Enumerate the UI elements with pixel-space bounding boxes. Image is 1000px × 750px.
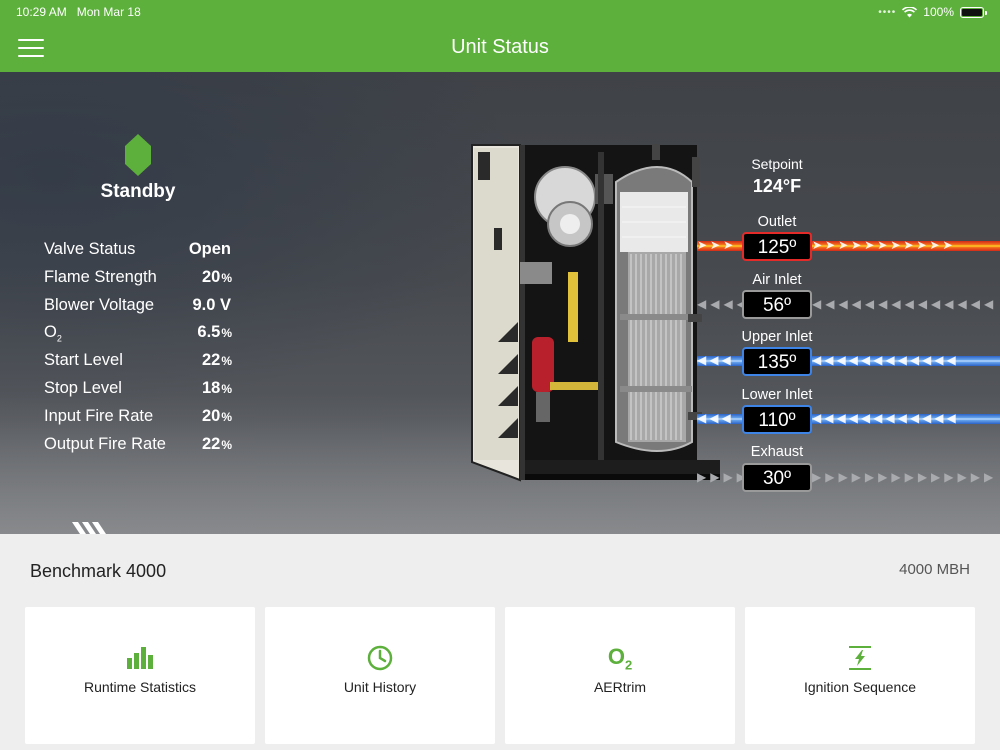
stat-row-blower-voltage: Blower Voltage 9.0 V xyxy=(44,293,244,321)
stat-row-valve-status: Valve Status Open xyxy=(44,237,244,265)
stat-value: 20% xyxy=(201,267,232,286)
status-right: •••• 100% xyxy=(878,5,987,19)
stat-label: Stop Level xyxy=(44,378,122,397)
stat-row-flame-strength: Flame Strength 20% xyxy=(44,265,244,293)
boiler-cutaway-image xyxy=(471,144,720,482)
stat-value: 18% xyxy=(201,378,232,397)
air-inlet-flow: ◀◀◀◀◀◀◀◀◀◀◀◀◀◀ xyxy=(812,298,998,310)
setpoint-value: 124°F xyxy=(752,176,802,196)
stat-label: O2 xyxy=(44,323,62,344)
tile-label: AERtrim xyxy=(593,679,647,695)
exhaust-flow: ▶▶▶▶▶▶▶▶▶▶▶▶▶▶ xyxy=(812,471,998,483)
stat-value: 6.5% xyxy=(197,323,232,342)
sensor-value-air-inlet: 56º xyxy=(742,290,812,319)
signal-dots-icon: •••• xyxy=(878,6,897,18)
stat-label: Start Level xyxy=(44,351,123,370)
tile-label: Unit History xyxy=(343,679,417,695)
sensor-label-lower-inlet: Lower Inlet xyxy=(741,387,813,403)
upper-inlet-pipe: ◀◀◀ xyxy=(697,353,742,367)
model-name: Benchmark 4000 xyxy=(30,561,167,581)
status-time: 10:29 AM Mon Mar 18 xyxy=(16,5,141,19)
exhaust-flow: ▶▶▶▶ xyxy=(697,471,742,483)
lower-inlet-pipe: ◀◀◀◀◀◀◀◀◀◀◀◀ xyxy=(812,411,1000,425)
status-bar: 10:29 AM Mon Mar 18 •••• 100% xyxy=(0,0,1000,24)
stat-value: 9.0 V xyxy=(192,295,231,314)
stat-label: Flame Strength xyxy=(44,267,157,286)
stat-row-stop-level: Stop Level 18% xyxy=(44,376,244,404)
lower-inlet-pipe: ◀◀◀ xyxy=(697,411,742,425)
tile-label: Ignition Sequence xyxy=(803,679,917,695)
upper-inlet-pipe: ◀◀◀◀◀◀◀◀◀◀◀◀ xyxy=(812,353,1000,367)
stat-value: 22% xyxy=(201,351,232,370)
tile-label: Runtime Statistics xyxy=(83,679,197,695)
wifi-icon xyxy=(902,6,918,17)
stat-label: Input Fire Rate xyxy=(44,406,154,425)
aertrim-tile[interactable]: O2 AERtrim xyxy=(505,607,735,744)
sensor-label-air-inlet: Air Inlet xyxy=(752,272,802,288)
stat-row-output-fire-rate: Output Fire Rate 22% xyxy=(44,432,244,460)
setpoint-label: Setpoint xyxy=(751,156,803,172)
unit-history-tile[interactable]: Unit History xyxy=(265,607,495,744)
stat-row-input-fire-rate: Input Fire Rate 20% xyxy=(44,404,244,432)
status-date: Mon Mar 18 xyxy=(76,5,141,19)
stat-value: 20% xyxy=(201,406,232,425)
battery-icon xyxy=(960,6,987,18)
air-inlet-flow: ◀◀◀◀ xyxy=(697,298,742,310)
stat-label: Valve Status xyxy=(44,240,136,258)
clock-icon xyxy=(367,645,393,671)
bar-chart-icon xyxy=(127,647,153,669)
decorative-stripes xyxy=(72,522,106,534)
stat-label: Output Fire Rate xyxy=(44,434,166,453)
outlet-pipe: ➤➤➤➤➤➤➤➤➤➤➤ xyxy=(812,238,1000,252)
stat-row-o2: O2 6.5% xyxy=(44,320,244,348)
runtime-statistics-tile[interactable]: Runtime Statistics xyxy=(25,607,255,744)
page-title: Unit Status xyxy=(451,36,549,58)
sensor-label-outlet: Outlet xyxy=(757,214,797,230)
outlet-pipe: ➤➤➤ xyxy=(697,238,742,252)
ignition-sequence-tile[interactable]: Ignition Sequence xyxy=(745,607,975,744)
model-rating: 4000 MBH xyxy=(899,561,970,578)
unit-info-panel: Benchmark 4000 4000 MBH Runtime Statisti… xyxy=(0,534,1000,750)
unit-state: Standby xyxy=(100,181,176,202)
unit-status-hero: Standby Valve Status Open Flame Strength… xyxy=(0,72,1000,534)
sensor-value-outlet: 125º xyxy=(742,232,812,261)
stat-value: 22% xyxy=(201,434,232,453)
stat-label: Blower Voltage xyxy=(44,295,155,314)
unit-stats-list: Valve Status Open Flame Strength 20% Blo… xyxy=(44,237,244,459)
standby-status-icon xyxy=(125,134,151,176)
header-bar: Unit Status xyxy=(0,24,1000,72)
ignition-bolt-icon xyxy=(849,646,871,670)
sensor-label-upper-inlet: Upper Inlet xyxy=(741,329,813,345)
sensor-value-lower-inlet: 110º xyxy=(742,405,812,434)
sensor-value-upper-inlet: 135º xyxy=(742,347,812,376)
sensor-label-exhaust: Exhaust xyxy=(750,444,804,460)
stat-value: Open xyxy=(188,240,231,258)
sensor-value-exhaust: 30º xyxy=(742,463,812,492)
stat-row-start-level: Start Level 22% xyxy=(44,348,244,376)
battery-percent: 100% xyxy=(923,5,954,19)
o2-icon: O2 xyxy=(607,644,633,673)
